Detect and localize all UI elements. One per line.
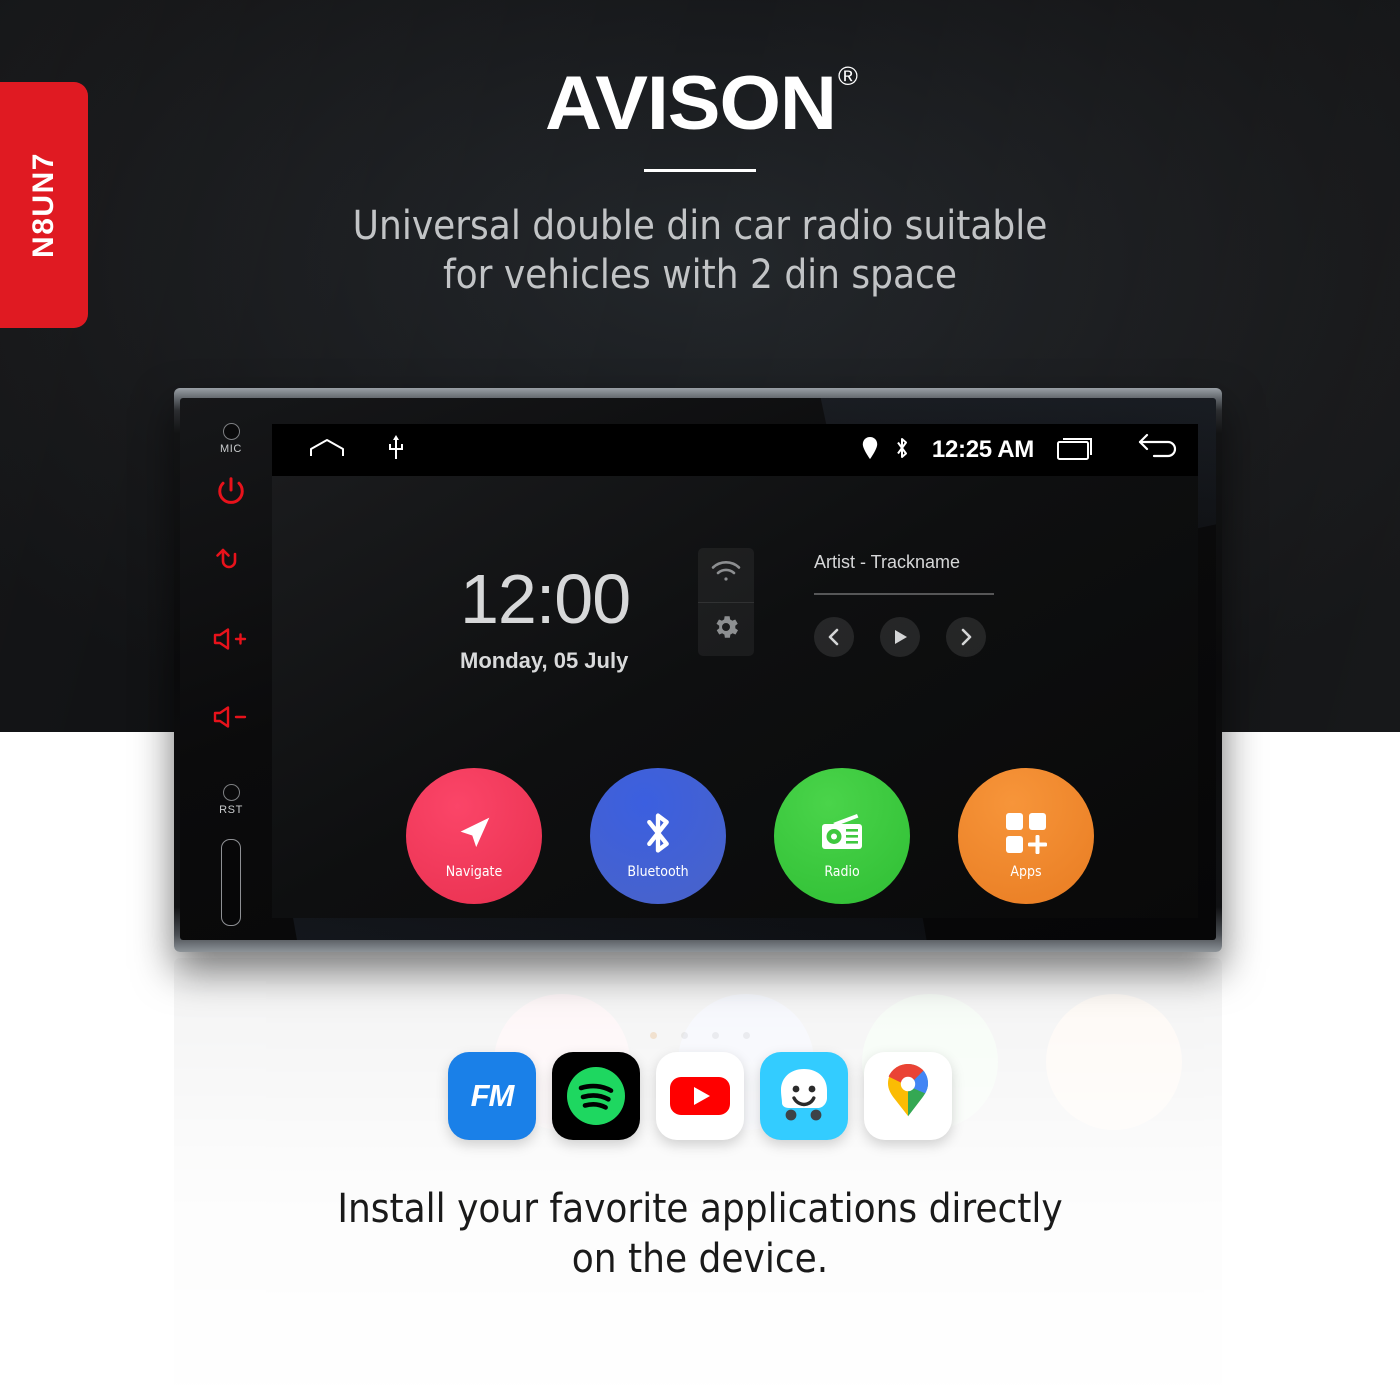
- sku-badge: N8UN7: [0, 82, 88, 328]
- power-button[interactable]: [216, 475, 246, 505]
- radio-icon: [817, 811, 867, 855]
- status-bar: 12:25 AM: [272, 424, 1198, 476]
- tagline-line-1: Universal double din car radio suitable: [352, 203, 1048, 249]
- app-shortcut-row: Navigate Bluetooth Radio Apps: [272, 768, 1198, 904]
- google-maps-glyph: [888, 1064, 928, 1117]
- bluetooth-icon: [639, 808, 677, 858]
- app-shortcut-label: Radio: [824, 864, 860, 880]
- back-arrow-icon[interactable]: [1136, 433, 1182, 468]
- wifi-icon: [710, 560, 742, 589]
- reset-hole[interactable]: RST: [219, 784, 243, 816]
- device-screen[interactable]: 12:25 AM 12:00 Monday, 05 July Artist - …: [272, 424, 1198, 918]
- recents-icon[interactable]: [1056, 434, 1098, 467]
- header-divider: [644, 169, 756, 172]
- navigation-arrow-icon: [451, 810, 497, 856]
- usb-icon: [388, 434, 404, 466]
- reset-label: RST: [219, 804, 243, 817]
- tagline: Universal double din car radio suitable …: [0, 202, 1400, 300]
- mic-hole: MIC: [220, 423, 242, 455]
- wifi-toggle[interactable]: [698, 548, 754, 602]
- waze-glyph: [781, 1069, 827, 1121]
- sku-label: N8UN7: [27, 152, 60, 258]
- app-shortcut-apps[interactable]: Apps: [958, 768, 1094, 904]
- back-button[interactable]: [214, 546, 248, 574]
- fm-app-icon[interactable]: FM: [448, 1052, 536, 1140]
- car-radio-device: MIC RST 12:25 AM 12:00 Monday, 05 July A…: [174, 388, 1222, 952]
- youtube-glyph: [670, 1077, 730, 1115]
- footer-line-1: Install your favorite applications direc…: [337, 1186, 1063, 1232]
- page-dot: [743, 1032, 750, 1039]
- sd-card-slot[interactable]: [221, 838, 241, 926]
- next-track-button[interactable]: [946, 617, 986, 657]
- page-dot: [650, 1032, 657, 1039]
- spotify-app-icon[interactable]: [552, 1052, 640, 1140]
- device-side-controls: MIC RST: [194, 410, 268, 926]
- settings-toggle[interactable]: [698, 603, 754, 657]
- quick-toggle-panel: [698, 548, 754, 656]
- clock-time: 12:00: [460, 560, 631, 638]
- previous-track-button[interactable]: [814, 617, 854, 657]
- tagline-line-2: for vehicles with 2 din space: [442, 251, 957, 298]
- youtube-app-icon[interactable]: [656, 1052, 744, 1140]
- home-icon[interactable]: [308, 436, 346, 465]
- app-shortcut-label: Bluetooth: [627, 864, 689, 880]
- app-shortcut-radio[interactable]: Radio: [774, 768, 910, 904]
- app-shortcut-navigate[interactable]: Navigate: [406, 768, 542, 904]
- footer-caption: Install your favorite applications direc…: [0, 1185, 1400, 1284]
- app-shortcut-label: Navigate: [445, 864, 503, 880]
- volume-up-button[interactable]: [212, 626, 250, 652]
- device-reflection: [174, 958, 1222, 1388]
- device-chassis: MIC RST 12:25 AM 12:00 Monday, 05 July A…: [174, 388, 1222, 952]
- app-shortcut-label: Apps: [1010, 864, 1042, 880]
- brand-name: AVISON: [544, 61, 837, 146]
- location-pin-icon: [862, 436, 878, 464]
- registered-mark: ®: [837, 60, 858, 91]
- media-player-widget: Artist - Trackname: [814, 552, 1064, 657]
- spotify-glyph: [567, 1067, 625, 1125]
- waze-app-icon[interactable]: [760, 1052, 848, 1140]
- clock-widget[interactable]: 12:00 Monday, 05 July: [460, 560, 631, 674]
- google-maps-app-icon[interactable]: [864, 1052, 952, 1140]
- volume-down-button[interactable]: [212, 704, 250, 730]
- page-dot: [681, 1032, 688, 1039]
- apps-grid-icon: [1004, 811, 1048, 855]
- play-button[interactable]: [880, 617, 920, 657]
- bluetooth-icon: [894, 436, 910, 465]
- footer-line-2: on the device.: [571, 1235, 829, 1282]
- page-dot: [712, 1032, 719, 1039]
- fm-app-label: FM: [470, 1078, 515, 1113]
- track-progress-bar[interactable]: [814, 593, 994, 595]
- home-screen: 12:00 Monday, 05 July Artist - Trackname…: [272, 476, 1198, 918]
- mic-label: MIC: [220, 443, 242, 455]
- header: AVISON® Universal double din car radio s…: [0, 0, 1400, 300]
- device-front-face: MIC RST 12:25 AM 12:00 Monday, 05 July A…: [180, 398, 1216, 940]
- status-bar-clock: 12:25 AM: [931, 436, 1034, 463]
- brand-logo: AVISON®: [544, 60, 858, 147]
- app-shortcut-bluetooth[interactable]: Bluetooth: [590, 768, 726, 904]
- page-indicator-dots: [0, 1032, 1400, 1039]
- third-party-app-icons: FM: [0, 1052, 1400, 1140]
- track-title: Artist - Trackname: [814, 552, 961, 572]
- clock-date: Monday, 05 July: [460, 648, 629, 673]
- gear-icon: [711, 612, 741, 647]
